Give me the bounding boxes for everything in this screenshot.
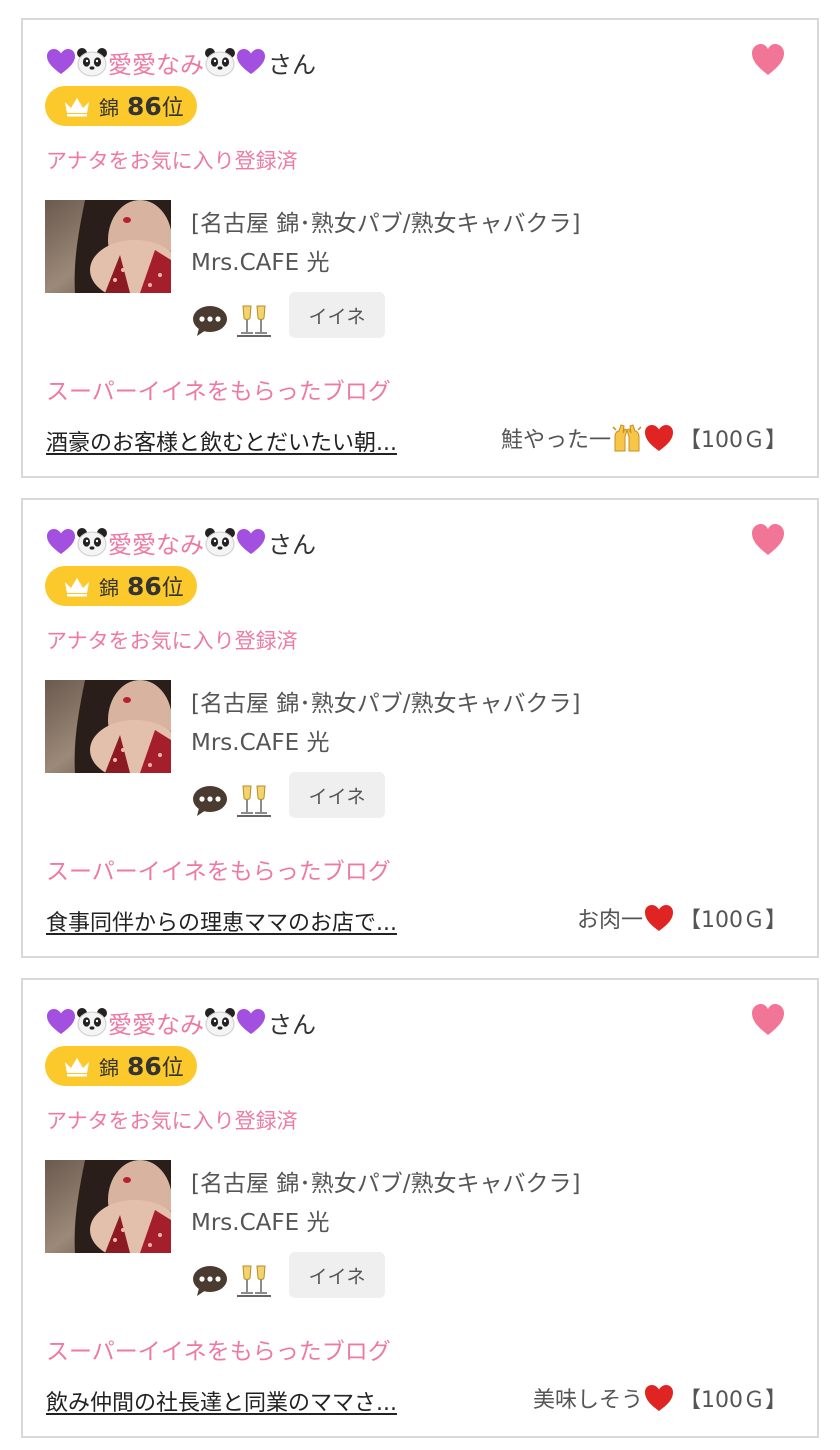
panda-icon [205,48,235,77]
honorific: さん [268,50,316,79]
iine-button[interactable]: イイネ [289,292,385,338]
red-heart-icon [645,1385,673,1411]
shop-name[interactable]: Mrs.CAFE 光 [191,243,329,277]
blog-card: 愛愛なみ さん 錦 86 位 アナタをお気に入り登録済 [名古屋 錦･熟女パブ/… [21,978,819,1438]
rank-number: 86 [127,91,162,121]
user-name-row[interactable]: 愛愛なみ さん [46,1002,316,1042]
champagne-toast-icon[interactable] [235,302,273,338]
rank-unit: 位 [161,1056,184,1081]
profile-thumbnail[interactable] [45,1160,171,1253]
user-name: 愛愛なみ [108,530,204,559]
super-iine-comment: 美味しそう 【100Ｇ】 [533,1382,787,1414]
section-title: スーパーイイネをもらったブログ [46,379,391,405]
rank-number: 86 [127,571,162,601]
user-name: 愛愛なみ [108,1010,204,1039]
blog-card: 愛愛なみ さん 錦 86 位 アナタをお気に入り登録済 [名古屋 錦･熟女パブ/… [21,18,819,478]
super-iine-comment: お肉一 【100Ｇ】 [577,902,787,934]
rank-area: 錦 [99,1055,119,1080]
blog-title-link[interactable]: 食事同伴からの理恵ママのお店で... [46,905,397,937]
rank-number: 86 [127,1051,162,1081]
blog-card: 愛愛なみ さん 錦 86 位 アナタをお気に入り登録済 [名古屋 錦･熟女パブ/… [21,498,819,958]
crown-icon [65,578,89,597]
speech-bubble-icon[interactable] [191,784,229,818]
profile-thumbnail[interactable] [45,680,171,773]
rank-badge[interactable]: 錦 86 位 [45,1046,197,1086]
panda-icon [205,528,235,557]
shop-name[interactable]: Mrs.CAFE 光 [191,723,329,757]
user-name-row[interactable]: 愛愛なみ さん [46,522,316,562]
favorite-heart-icon[interactable] [750,1002,786,1038]
price: 【100Ｇ】 [679,1388,787,1413]
speech-bubble-icon[interactable] [191,304,229,338]
champagne-toast-icon[interactable] [235,1262,273,1298]
shop-name[interactable]: Mrs.CAFE 光 [191,1203,329,1237]
champagne-toast-icon[interactable] [235,782,273,818]
panda-icon [77,1008,107,1037]
purple-heart-icon [237,529,265,554]
super-iine-comment: 鮭やった一 【100Ｇ】 [501,422,787,454]
rank-area: 錦 [99,95,119,120]
blog-title-link[interactable]: 酒豪のお客様と飲むとだいたい朝... [46,425,397,457]
purple-heart-icon [47,529,75,554]
favorite-status: アナタをお気に入り登録済 [46,149,298,173]
rank-unit: 位 [161,576,184,601]
blog-title-link[interactable]: 飲み仲間の社長達と同業のママさ... [46,1385,397,1417]
comment-text: 鮭やった一 [500,428,611,453]
crown-icon [65,1058,89,1077]
shop-area: [名古屋 錦･熟女パブ/熟女キャバクラ] [191,211,581,237]
rank-area: 錦 [99,575,119,600]
panda-icon [77,48,107,77]
user-name-row[interactable]: 愛愛なみ さん [46,42,316,82]
section-title: スーパーイイネをもらったブログ [46,1339,391,1365]
profile-thumbnail[interactable] [45,200,171,293]
red-heart-icon [645,425,673,451]
favorite-heart-icon[interactable] [750,522,786,558]
rank-badge[interactable]: 錦 86 位 [45,86,197,126]
purple-heart-icon [47,49,75,74]
favorite-heart-icon[interactable] [750,42,786,78]
favorite-status: アナタをお気に入り登録済 [46,1109,298,1133]
speech-bubble-icon[interactable] [191,1264,229,1298]
honorific: さん [268,1010,316,1039]
rank-badge[interactable]: 錦 86 位 [45,566,197,606]
price: 【100Ｇ】 [679,428,787,453]
red-heart-icon [645,905,673,931]
shop-area: [名古屋 錦･熟女パブ/熟女キャバクラ] [191,1171,581,1197]
panda-icon [77,528,107,557]
iine-button[interactable]: イイネ [289,772,385,818]
shop-area: [名古屋 錦･熟女パブ/熟女キャバクラ] [191,691,581,717]
honorific: さん [268,530,316,559]
raised-hands-icon [612,424,642,452]
iine-button[interactable]: イイネ [289,1252,385,1298]
price: 【100Ｇ】 [679,908,787,933]
comment-text: 美味しそう [532,1388,643,1413]
panda-icon [205,1008,235,1037]
comment-text: お肉一 [576,908,643,933]
purple-heart-icon [47,1009,75,1034]
purple-heart-icon [237,49,265,74]
rank-unit: 位 [161,96,184,121]
section-title: スーパーイイネをもらったブログ [46,859,391,885]
favorite-status: アナタをお気に入り登録済 [46,629,298,653]
crown-icon [65,98,89,117]
purple-heart-icon [237,1009,265,1034]
user-name: 愛愛なみ [108,50,204,79]
